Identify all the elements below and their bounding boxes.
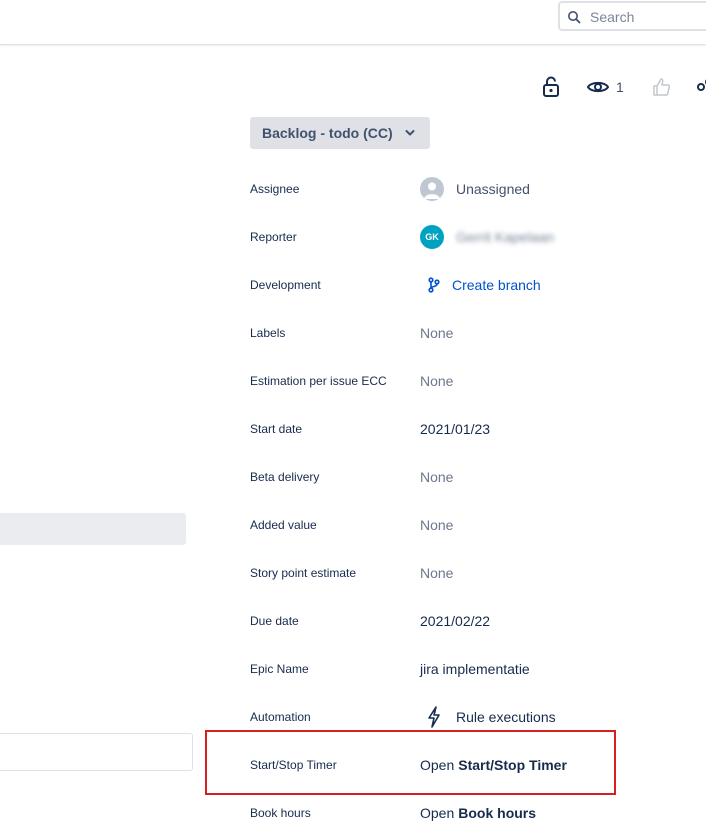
start-date-label: Start date [250,422,303,436]
watch-count: 1 [616,79,624,95]
create-branch-text: Create branch [452,277,541,293]
automation-label: Automation [250,710,311,724]
chevron-down-icon [405,130,415,136]
added-value-value[interactable]: None [420,517,453,533]
comment-input[interactable] [0,733,193,771]
unlock-icon [543,76,559,97]
assignee-label: Assignee [250,182,300,196]
beta-delivery-value[interactable]: None [420,469,453,485]
eye-icon [586,81,610,93]
book-hours-prefix: Open [420,805,455,821]
search-icon [568,11,581,24]
watch-button[interactable]: 1 [586,75,624,99]
highlight-box [205,730,616,795]
search-input[interactable]: Search [558,1,706,31]
open-book-hours-link[interactable]: Open Book hours [420,805,536,821]
left-panel-bar [0,513,186,545]
start-date-value[interactable]: 2021/01/23 [420,421,490,437]
development-label: Development [250,278,321,292]
top-navigation-bar: Search [0,0,706,45]
search-placeholder: Search [590,9,635,25]
create-branch-link[interactable]: Create branch [420,274,541,296]
status-label: Backlog - todo (CC) [262,125,393,141]
share-icon [697,79,706,91]
rule-executions-link[interactable]: Rule executions [420,704,556,730]
avatar [420,177,444,201]
reporter-field[interactable]: GK Gerrit Kapelaan [420,225,554,249]
labels-value[interactable]: None [420,325,453,341]
epic-name-label: Epic Name [250,662,309,676]
rule-executions-text: Rule executions [456,709,556,725]
story-point-value[interactable]: None [420,565,453,581]
reporter-value: Gerrit Kapelaan [456,229,555,245]
beta-delivery-label: Beta delivery [250,470,320,484]
assignee-field[interactable]: Unassigned [420,176,530,202]
user-icon [424,182,440,199]
share-button[interactable] [694,75,706,99]
status-dropdown[interactable]: Backlog - todo (CC) [250,117,430,149]
labels-label: Labels [250,326,286,340]
vote-button[interactable] [652,75,672,99]
due-date-label: Due date [250,614,299,628]
epic-name-value[interactable]: jira implementatie [420,661,530,677]
estimation-value[interactable]: None [420,373,453,389]
book-hours-label: Book hours [250,806,311,820]
estimation-label: Estimation per issue ECC [250,374,387,388]
restrictions-button[interactable] [541,75,561,99]
lightning-icon [428,706,440,728]
reporter-label: Reporter [250,230,297,244]
story-point-label: Story point estimate [250,566,357,580]
branch-icon [428,277,440,293]
thumbs-up-icon [653,78,671,96]
avatar: GK [420,225,444,249]
assignee-value: Unassigned [456,181,530,197]
due-date-value[interactable]: 2021/02/22 [420,613,490,629]
added-value-label: Added value [250,518,317,532]
book-hours-value: Book hours [458,805,537,821]
